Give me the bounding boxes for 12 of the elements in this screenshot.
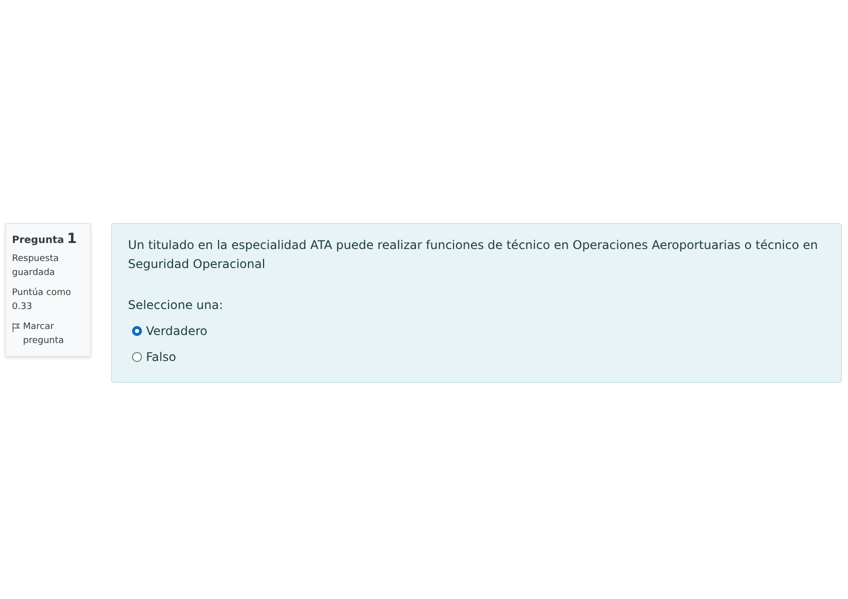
option-label[interactable]: Falso xyxy=(146,348,176,366)
question-label: Pregunta xyxy=(12,234,64,248)
flag-link[interactable]: Marcar pregunta xyxy=(23,320,84,348)
question-number: 1 xyxy=(66,232,77,246)
radio-button[interactable] xyxy=(132,326,142,336)
flag-icon[interactable] xyxy=(12,323,20,332)
radio-button[interactable] xyxy=(132,352,142,362)
question-text: Un titulado en la especialidad ATA puede realizar funciones de técnico en Operaciones Aeroportuarias o técnico en Seguridad Operacional xyxy=(128,237,819,273)
status-text: Respuesta guardada xyxy=(12,253,60,280)
option-label[interactable]: Verdadero xyxy=(146,322,208,340)
prompt-text: Seleccione una: xyxy=(128,297,224,314)
grade-text: Puntúa como 0.33 xyxy=(12,286,72,314)
